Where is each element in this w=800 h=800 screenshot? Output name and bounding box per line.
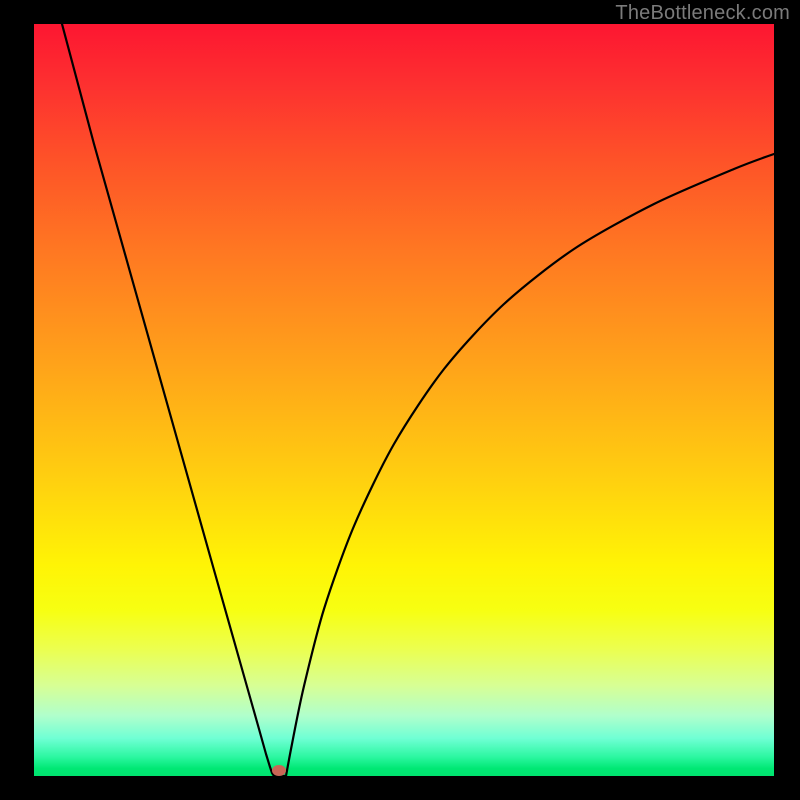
- chart-frame: TheBottleneck.com: [0, 0, 800, 800]
- plot-area: [34, 24, 774, 776]
- watermark-text: TheBottleneck.com: [615, 2, 790, 25]
- optimum-marker: [272, 765, 286, 776]
- bottleneck-curve: [34, 24, 774, 776]
- curve-path: [62, 24, 774, 776]
